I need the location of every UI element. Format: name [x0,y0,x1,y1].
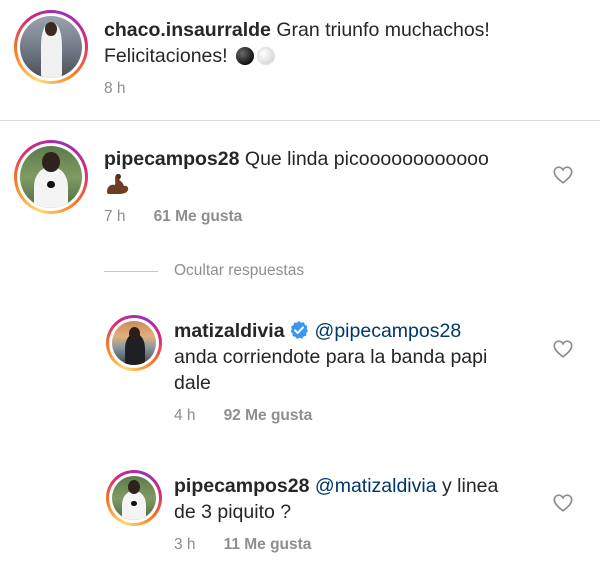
reply-text: de 3 piquito ? [174,501,292,523]
username-matizaldivia[interactable]: matizaldivia [174,320,285,342]
heart-outline-icon[interactable] [552,164,574,186]
reply-text: dale [174,372,211,394]
verified-badge-icon [290,321,308,339]
comment-text: Felicitaciones! [104,45,228,67]
reply-matizaldivia: matizaldivia @pipecampos28 anda corriend… [174,318,554,396]
timestamp: 8 h [104,80,126,97]
likes-count[interactable]: 11 Me gusta [224,536,312,553]
black-ball-emoji-icon [235,47,254,65]
replies-divider-line [104,271,158,272]
username-pipecampos28[interactable]: pipecampos28 [174,475,309,497]
username-chaco[interactable]: chaco.insaurralde [104,19,271,41]
avatar-chaco[interactable] [14,10,88,84]
reply-text: anda corriendote para la banda papi [174,346,488,368]
flexed-biceps-emoji-icon [104,172,130,203]
comment-pipecampos28: pipecampos28 Que linda picoooooooooooo [104,146,544,203]
username-pipecampos28[interactable]: pipecampos28 [104,148,239,170]
avatar-pipecampos28[interactable] [106,470,162,526]
hide-replies-button[interactable]: Ocultar respuestas [174,262,304,280]
mention-link[interactable]: @matizaldivia [315,475,437,497]
comment-text: Gran triunfo muchachos! [270,19,490,41]
reply-pipecampos28: pipecampos28 @matizaldivia y linea de 3 … [174,473,554,525]
reply-meta: 4 h 92 Me gusta [174,407,312,425]
reply-text: y linea [436,475,499,497]
likes-count[interactable]: 61 Me gusta [154,208,243,225]
reply-meta: 3 h 11 Me gusta [174,536,311,554]
timestamp: 7 h [104,208,126,225]
avatar-pipecampos28[interactable] [14,140,88,214]
white-ball-emoji-icon [256,47,275,65]
comment-text: Que linda picoooooooooooo [239,148,489,170]
heart-outline-icon[interactable] [552,338,574,360]
avatar-matizaldivia[interactable] [106,315,162,371]
comment-meta: 8 h [104,80,126,98]
comment-meta: 7 h 61 Me gusta [104,208,242,226]
comment-chaco: chaco.insaurralde Gran triunfo muchachos… [104,17,564,69]
likes-count[interactable]: 92 Me gusta [224,407,313,424]
timestamp: 3 h [174,536,196,553]
heart-outline-icon[interactable] [552,492,574,514]
mention-link[interactable]: @pipecampos28 [315,320,462,342]
timestamp: 4 h [174,407,196,424]
divider [0,120,600,121]
